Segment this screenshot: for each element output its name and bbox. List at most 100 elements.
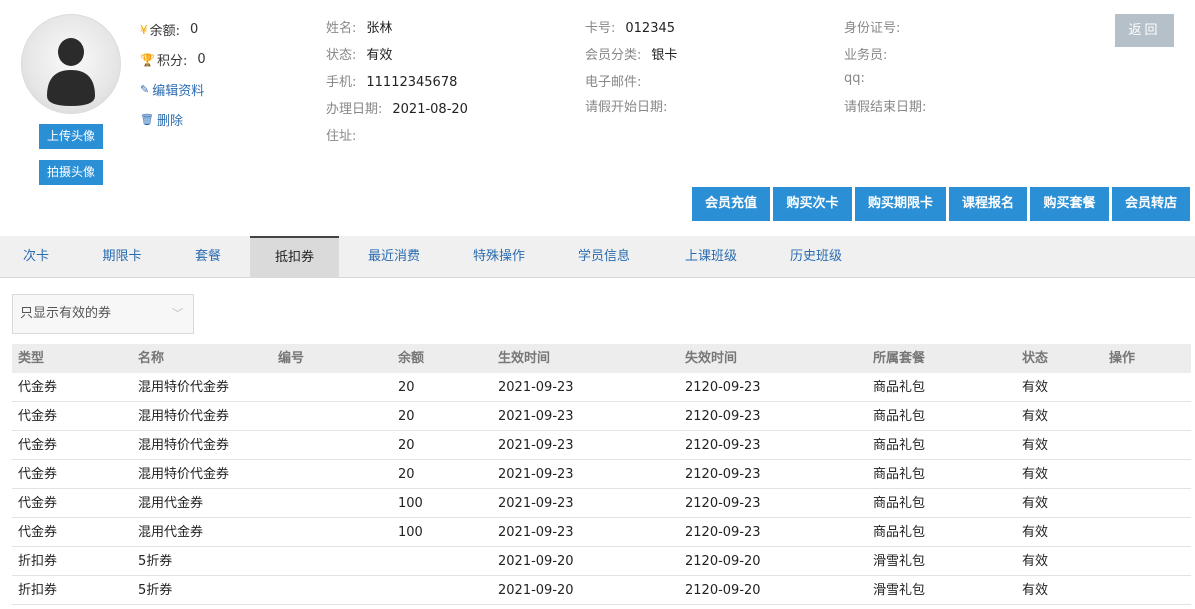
phone-label: 手机: (326, 75, 357, 90)
phone-value: 11112345678 (366, 75, 458, 90)
chevron-down-icon: ﹀ (172, 307, 183, 320)
header-name: 名称 (138, 351, 165, 366)
cell-name: 5折券 (138, 554, 173, 569)
info-leave-start: 请假开始日期: (585, 96, 667, 115)
name-label: 姓名: (326, 21, 357, 36)
cell-name: 混用特价代金券 (138, 409, 230, 424)
upload-avatar-button[interactable]: 上传头像 (39, 124, 103, 149)
status-value: 有效 (366, 48, 393, 63)
cell-expiry-time: 2120-09-23 (685, 467, 761, 482)
trophy-icon: 🏆 (140, 52, 155, 67)
cell-type: 折扣券 (18, 583, 58, 598)
cell-status: 有效 (1022, 554, 1049, 569)
status-label: 状态: (326, 48, 357, 63)
course-enroll-button[interactable]: 课程报名 (949, 187, 1027, 221)
name-value: 张林 (366, 21, 393, 36)
cell-balance: 20 (398, 467, 415, 482)
tab-history-classes[interactable]: 历史班级 (773, 236, 859, 278)
cell-type: 折扣券 (18, 554, 58, 569)
email-label: 电子邮件: (585, 75, 642, 90)
cell-effective-time: 2021-09-20 (498, 583, 574, 598)
cell-type: 代金券 (18, 409, 58, 424)
cell-effective-time: 2021-09-23 (498, 525, 574, 540)
cell-expiry-time: 2120-09-20 (685, 554, 761, 569)
table-row[interactable]: 代金券 混用特价代金券 20 2021-09-23 2120-09-23 商品礼包 有效 (12, 402, 1191, 431)
tab-period-card[interactable]: 期限卡 (82, 236, 162, 278)
info-status: 状态: 有效 (326, 44, 392, 63)
date-label: 办理日期: (326, 102, 383, 117)
id-label: 身份证号: (844, 21, 901, 36)
tab-voucher[interactable]: 抵扣券 (250, 236, 339, 278)
info-card: 卡号: 012345 (585, 17, 675, 36)
buy-period-card-button[interactable]: 购买期限卡 (855, 187, 946, 221)
voucher-table: 类型 名称 编号 余额 生效时间 失效时间 所属套餐 状态 操作 代金券 混用特价代金券 20 202… (12, 344, 1191, 605)
info-email: 电子邮件: (585, 71, 641, 90)
cell-effective-time: 2021-09-23 (498, 496, 574, 511)
table-row[interactable]: 代金券 混用代金券 100 2021-09-23 2120-09-23 商品礼包 有效 (12, 489, 1191, 518)
table-row[interactable]: 折扣券 5折券 2021-09-20 2120-09-20 滑雪礼包 有效 (12, 576, 1191, 605)
buy-package-button[interactable]: 购买套餐 (1030, 187, 1109, 221)
date-value: 2021-08-20 (392, 102, 468, 117)
header-status: 状态 (1022, 351, 1049, 366)
tab-count-card[interactable]: 次卡 (0, 236, 72, 278)
cell-effective-time: 2021-09-23 (498, 467, 574, 482)
category-label: 会员分类: (585, 48, 642, 63)
cell-expiry-time: 2120-09-23 (685, 496, 761, 511)
cell-status: 有效 (1022, 438, 1049, 453)
cell-status: 有效 (1022, 583, 1049, 598)
transfer-store-button[interactable]: 会员转店 (1112, 187, 1190, 221)
tab-recent-consumption[interactable]: 最近消费 (352, 236, 436, 278)
action-bar: 会员充值 购买次卡 购买期限卡 课程报名 购买套餐 会员转店 (692, 187, 1190, 221)
delete-label: 删除 (156, 114, 183, 129)
table-row[interactable]: 代金券 混用特价代金券 20 2021-09-23 2120-09-23 商品礼包 有效 (12, 431, 1191, 460)
back-button[interactable]: 返回 (1115, 14, 1174, 47)
header-balance: 余额 (398, 351, 425, 366)
tab-special-operations[interactable]: 特殊操作 (457, 236, 541, 278)
info-qq: qq: (844, 71, 865, 86)
leave-start-label: 请假开始日期: (585, 100, 668, 115)
tab-package[interactable]: 套餐 (172, 236, 244, 278)
filter-selected-value: 只显示有效的券 (20, 306, 112, 321)
info-date: 办理日期: 2021-08-20 (326, 98, 468, 117)
take-photo-button[interactable]: 拍摄头像 (39, 160, 103, 185)
cell-expiry-time: 2120-09-23 (685, 438, 761, 453)
card-label: 卡号: (585, 21, 616, 36)
cell-status: 有效 (1022, 496, 1049, 511)
balance-value: 0 (190, 22, 199, 37)
tab-student-info[interactable]: 学员信息 (562, 236, 646, 278)
cell-package: 滑雪礼包 (873, 554, 926, 569)
tab-classes[interactable]: 上课班级 (668, 236, 754, 278)
table-row[interactable]: 代金券 混用特价代金券 20 2021-09-23 2120-09-23 商品礼包 有效 (12, 373, 1191, 402)
cell-effective-time: 2021-09-23 (498, 380, 574, 395)
info-id: 身份证号: (844, 17, 900, 36)
header-expiry-time: 失效时间 (685, 351, 738, 366)
header-effective-time: 生效时间 (498, 351, 551, 366)
leave-end-label: 请假结束日期: (844, 100, 927, 115)
header-operation: 操作 (1109, 351, 1136, 366)
table-row[interactable]: 代金券 混用代金券 100 2021-09-23 2120-09-23 商品礼包 有效 (12, 518, 1191, 547)
qq-label: qq: (844, 71, 865, 86)
table-header: 类型 名称 编号 余额 生效时间 失效时间 所属套餐 状态 操作 (12, 344, 1191, 373)
cell-expiry-time: 2120-09-20 (685, 583, 761, 598)
table-row[interactable]: 折扣券 5折券 2021-09-20 2120-09-20 滑雪礼包 有效 (12, 547, 1191, 576)
cell-type: 代金券 (18, 467, 58, 482)
cell-effective-time: 2021-09-23 (498, 438, 574, 453)
avatar (21, 14, 121, 114)
cell-name: 5折券 (138, 583, 173, 598)
cell-package: 商品礼包 (873, 438, 926, 453)
buy-count-card-button[interactable]: 购买次卡 (773, 187, 852, 221)
trash-icon: 🗑 (140, 113, 154, 126)
edit-profile-link[interactable]: ✎ 编辑资料 (140, 80, 204, 99)
delete-link[interactable]: 🗑 删除 (140, 110, 183, 129)
recharge-button[interactable]: 会员充值 (692, 187, 770, 221)
table-row[interactable]: 代金券 混用特价代金券 20 2021-09-23 2120-09-23 商品礼包 有效 (12, 460, 1191, 489)
cell-name: 混用代金券 (138, 496, 204, 511)
valid-voucher-filter-select[interactable]: 只显示有效的券 ﹀ (12, 294, 194, 334)
header-code: 编号 (278, 351, 305, 366)
cell-type: 代金券 (18, 438, 58, 453)
cell-balance: 20 (398, 438, 415, 453)
cell-name: 混用特价代金券 (138, 438, 230, 453)
cell-package: 滑雪礼包 (873, 583, 926, 598)
info-phone: 手机: 11112345678 (326, 71, 457, 90)
yen-icon: ¥ (140, 22, 148, 37)
